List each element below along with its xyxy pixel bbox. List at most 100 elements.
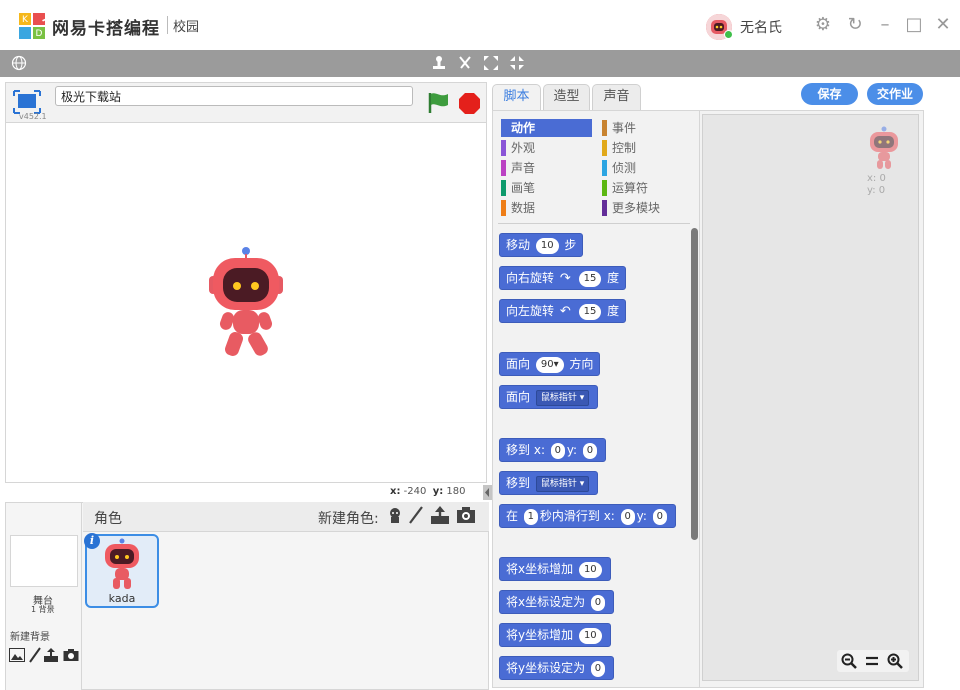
app-window: K D 网易卡搭编程 校园 无名氏 ⚙ ↻ – □ ✕ 文件▾ 编辑▾ v452… [0, 0, 960, 690]
block-dropdown[interactable]: 鼠标指针 ▾ [535, 475, 590, 492]
shrink-icon[interactable] [508, 54, 526, 72]
category-sound-label: 声音 [511, 161, 536, 175]
block-point-towards[interactable]: 面向 鼠标指针 ▾ [499, 385, 599, 409]
block-text: x: [603, 509, 615, 523]
stage-thumbnail[interactable] [10, 535, 78, 587]
globe-icon[interactable] [11, 55, 27, 71]
block-number-input[interactable]: 15 [578, 303, 602, 320]
block-text: 度 [607, 271, 620, 285]
block-point-in-direction[interactable]: 面向 90▾ 方向 [499, 352, 601, 376]
palette-scrollbar[interactable] [691, 228, 698, 540]
menu-file[interactable]: 文件▾ [42, 5, 75, 24]
block-number-input[interactable]: 10 [578, 561, 602, 578]
block-number-input[interactable]: 0 [590, 594, 605, 611]
stage-background-count: 1 背景 [31, 605, 55, 614]
duplicate-stamp-icon[interactable] [430, 54, 448, 72]
collapse-stage-icon[interactable] [483, 485, 492, 500]
block-x-input[interactable]: 0 [550, 442, 565, 459]
category-control-label: 控制 [612, 141, 637, 155]
submit-homework-button[interactable]: 交作业 [867, 83, 923, 105]
project-name-input[interactable]: 极光下载站 [55, 86, 413, 106]
sprite-panel-header [83, 502, 489, 532]
camera-background-icon[interactable] [63, 648, 79, 662]
category-sound[interactable]: 声音 [501, 159, 592, 177]
grow-icon[interactable] [482, 54, 500, 72]
category-color-swatch [602, 140, 607, 156]
category-color-swatch [501, 200, 506, 216]
menu-edit[interactable]: 编辑▾ [91, 5, 124, 24]
block-seconds-input[interactable]: 1 [523, 508, 538, 525]
paint-background-icon[interactable] [28, 647, 42, 663]
new-background-label: 新建背景 [10, 632, 50, 643]
block-turn-right[interactable]: 向右旋转 ↷ 15 度 [499, 266, 627, 290]
background-library-icon[interactable] [9, 648, 25, 662]
mouse-coordinates: x: -240 y: 180 [390, 486, 466, 497]
tab-sounds[interactable]: 声音 [592, 84, 641, 111]
version-label: v452.1 [19, 112, 47, 121]
zoom-out-icon[interactable] [841, 653, 857, 669]
category-data[interactable]: 数据 [501, 199, 592, 217]
block-turn-left[interactable]: 向左旋转 ↶ 15 度 [499, 299, 627, 323]
block-glide[interactable]: 在 1 秒内滑行到 x: 0 y: 0 [499, 504, 676, 528]
category-motion[interactable]: 动作 [501, 119, 592, 137]
block-goto-xy[interactable]: 移到 x: 0 y: 0 [499, 438, 606, 462]
settings-gear-icon[interactable]: ⚙ [812, 14, 834, 36]
zoom-reset-icon[interactable] [865, 653, 879, 669]
block-goto[interactable]: 移到 鼠标指针 ▾ [499, 471, 599, 495]
block-number-input[interactable]: 10 [535, 237, 559, 254]
delete-scissors-icon[interactable] [456, 54, 474, 72]
category-looks[interactable]: 外观 [501, 139, 592, 157]
kada-sprite-thumbnail [105, 538, 139, 589]
category-control[interactable]: 控制 [602, 139, 692, 157]
block-set-y[interactable]: 将y坐标设定为 0 [499, 656, 614, 680]
block-number-input[interactable]: 15 [578, 270, 602, 287]
category-pen[interactable]: 画笔 [501, 179, 592, 197]
category-color-swatch [602, 160, 607, 176]
category-operators[interactable]: 运算符 [602, 179, 692, 197]
category-more-blocks[interactable]: 更多模块 [602, 199, 692, 217]
block-y-input[interactable]: 0 [652, 508, 667, 525]
user-name[interactable]: 无名氏 [740, 17, 782, 37]
category-pen-label: 画笔 [511, 181, 536, 195]
block-change-x[interactable]: 将x坐标增加 10 [499, 557, 611, 581]
zoom-in-icon[interactable] [887, 653, 903, 669]
sprite-library-icon[interactable] [385, 505, 405, 525]
category-events[interactable]: 事件 [602, 119, 692, 137]
block-y-input[interactable]: 0 [582, 442, 597, 459]
category-color-swatch [501, 180, 506, 196]
block-text: 向右旋转 [506, 271, 555, 285]
block-x-input[interactable]: 0 [620, 508, 635, 525]
current-sprite-preview [870, 126, 898, 169]
category-events-label: 事件 [612, 121, 637, 135]
kada-robot-sprite[interactable] [205, 246, 285, 358]
block-set-x[interactable]: 将x坐标设定为 0 [499, 590, 614, 614]
close-icon[interactable]: ✕ [932, 14, 954, 36]
block-move-steps[interactable]: 移动 10 步 [499, 233, 584, 257]
category-sensing[interactable]: 侦测 [602, 159, 692, 177]
upload-sprite-icon[interactable] [430, 505, 450, 525]
sprite-info-button[interactable]: i [84, 533, 100, 549]
block-text: 将x坐标增加 [506, 562, 574, 576]
sprite-name-kada: kada [108, 592, 136, 605]
script-area[interactable] [702, 114, 919, 681]
green-flag-icon[interactable] [426, 91, 450, 115]
block-direction-input[interactable]: 90▾ [535, 356, 564, 373]
tab-scripts[interactable]: 脚本 [492, 84, 541, 112]
block-number-input[interactable]: 0 [590, 660, 605, 677]
upload-background-icon[interactable] [43, 647, 59, 663]
block-dropdown[interactable]: 鼠标指针 ▾ [535, 389, 590, 406]
stop-icon[interactable] [459, 93, 480, 114]
block-text: 面向 [506, 390, 531, 404]
block-text: 将x坐标设定为 [506, 595, 586, 609]
maximize-icon[interactable]: □ [903, 14, 925, 36]
paint-sprite-icon[interactable] [408, 505, 424, 525]
block-number-input[interactable]: 10 [578, 627, 602, 644]
category-more-blocks-label: 更多模块 [612, 201, 661, 215]
refresh-icon[interactable]: ↻ [844, 14, 866, 36]
block-text: 移到 [506, 443, 531, 457]
block-change-y[interactable]: 将y坐标增加 10 [499, 623, 611, 647]
save-button[interactable]: 保存 [801, 83, 858, 105]
minimize-icon[interactable]: – [874, 14, 896, 36]
tab-costumes[interactable]: 造型 [543, 84, 590, 111]
camera-sprite-icon[interactable] [456, 506, 476, 524]
